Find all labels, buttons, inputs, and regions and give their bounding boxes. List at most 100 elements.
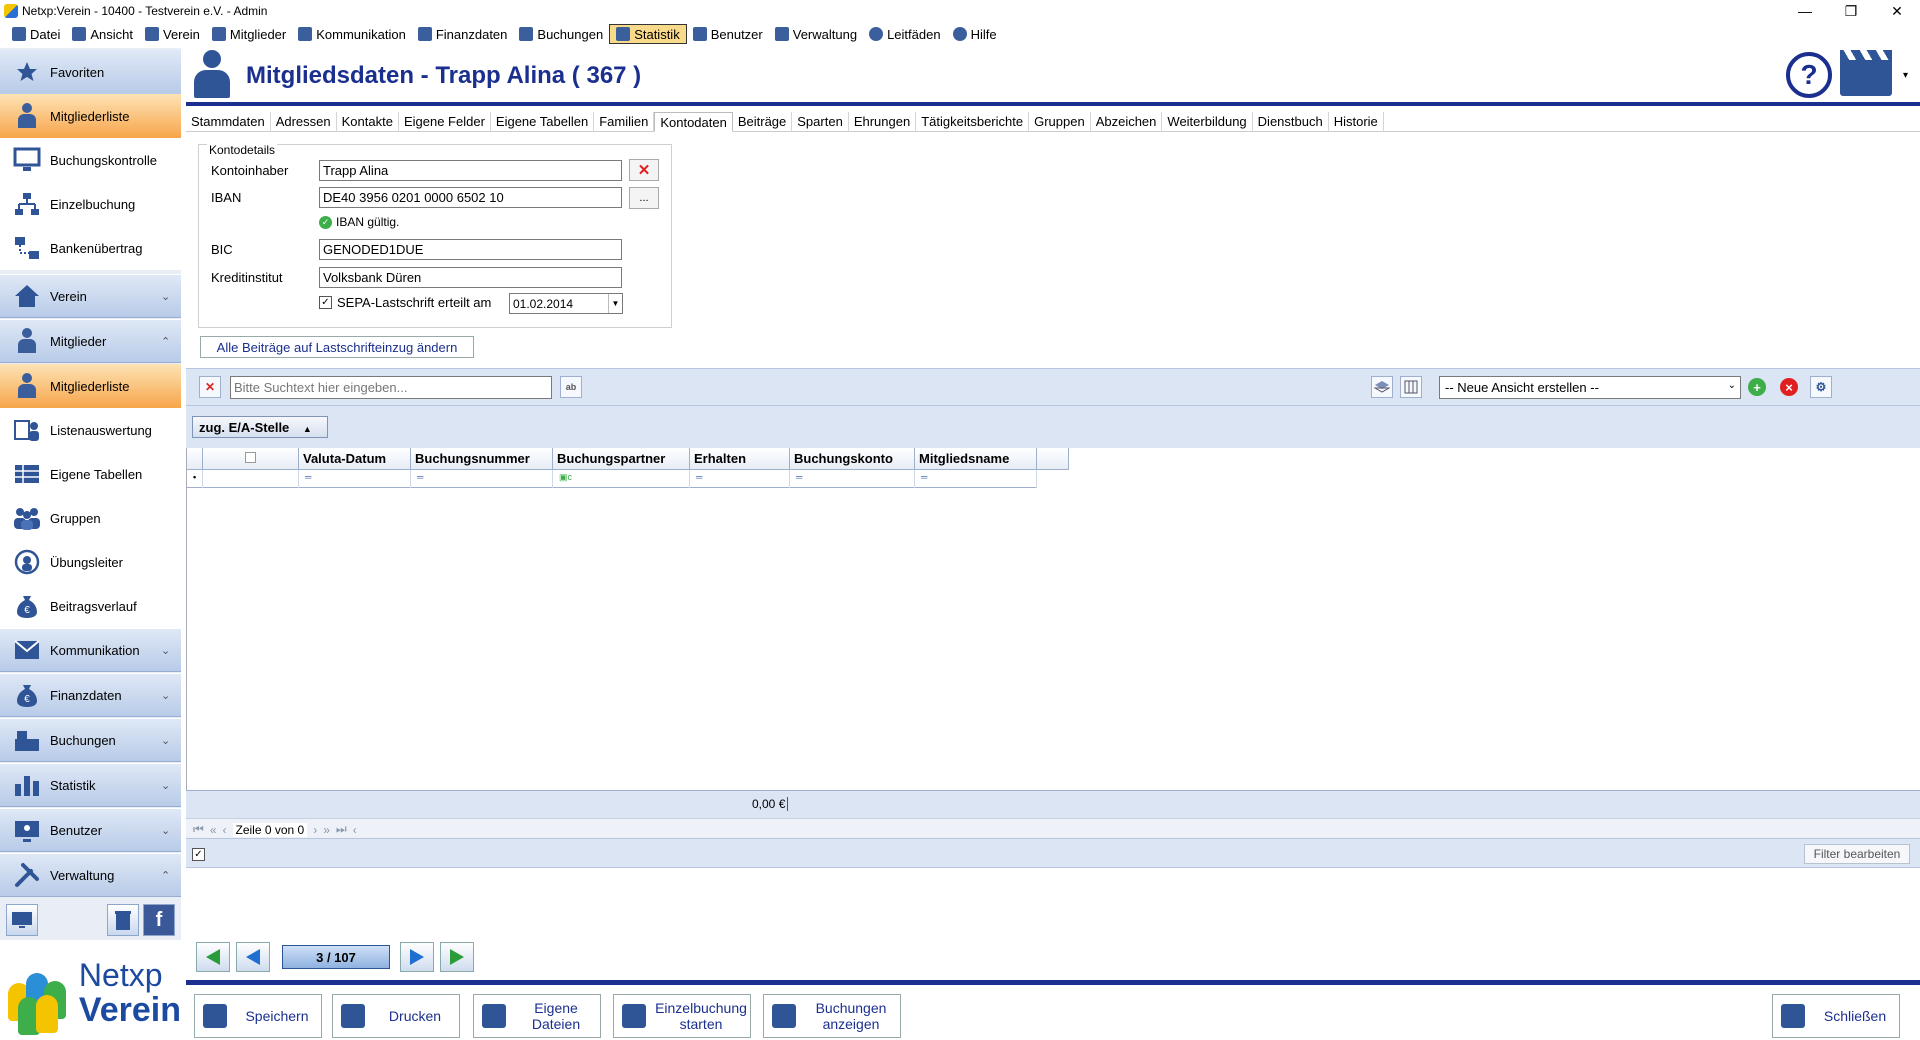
tab-beitraege[interactable]: Beiträge	[733, 112, 793, 132]
next-record-button[interactable]	[400, 942, 434, 972]
menu-datei[interactable]: Datei	[6, 24, 66, 44]
menu-hilfe[interactable]: Hilfe	[947, 24, 1003, 44]
tab-adressen[interactable]: Adressen	[271, 112, 337, 132]
filter-cell[interactable]: ═	[411, 470, 553, 488]
tab-gruppen[interactable]: Gruppen	[1029, 112, 1091, 132]
prev-record-button[interactable]	[236, 942, 270, 972]
drucken-button[interactable]: Drucken	[332, 994, 460, 1038]
video-tutorial-icon[interactable]	[1840, 50, 1892, 96]
clear-konto-button[interactable]: ✕	[629, 159, 659, 181]
sidebar-group-kommunikation[interactable]: Kommunikation ⌄	[0, 628, 181, 672]
menu-leitfaeden[interactable]: Leitfäden	[863, 24, 947, 44]
clear-search-button[interactable]: ✕	[199, 376, 221, 398]
bic-field[interactable]: GENODED1DUE	[319, 239, 622, 260]
layers-icon[interactable]	[1371, 376, 1393, 398]
sidebar-item-eigene-tabellen[interactable]: Eigene Tabellen	[0, 452, 181, 496]
iban-lookup-button[interactable]: ...	[629, 187, 659, 209]
sidebar-item-beitragsverlauf[interactable]: € Beitragsverlauf	[0, 584, 181, 628]
sepa-checkbox[interactable]: ✓	[319, 296, 332, 309]
monitor-icon[interactable]	[6, 904, 38, 936]
scroll-left-icon[interactable]: ‹	[353, 823, 357, 837]
schliessen-button[interactable]: Schließen	[1772, 994, 1900, 1038]
dropdown-arrow-icon[interactable]: ▾	[1903, 70, 1908, 81]
alle-beitraege-lastschrift-button[interactable]: Alle Beiträge auf Lastschrifteinzug ände…	[200, 336, 474, 358]
filter-cell[interactable]	[203, 470, 299, 488]
sidebar-fav-einzelbuchung[interactable]: Einzelbuchung	[0, 182, 181, 226]
sidebar-group-buchungen[interactable]: Buchungen ⌄	[0, 718, 181, 762]
col-buchungskonto[interactable]: Buchungskonto	[790, 448, 915, 470]
tab-abzeichen[interactable]: Abzeichen	[1091, 112, 1163, 132]
menu-mitglieder[interactable]: Mitglieder	[206, 24, 292, 44]
last-record-icon[interactable]: ⏭	[336, 822, 347, 837]
filter-cell[interactable]: ▣c	[553, 470, 690, 488]
next-page-icon[interactable]: »	[323, 823, 330, 837]
sidebar-item-uebungsleiter[interactable]: Übungsleiter	[0, 540, 181, 584]
tab-kontakte[interactable]: Kontakte	[337, 112, 399, 132]
sidebar-item-mitgliederliste[interactable]: Mitgliederliste	[0, 364, 181, 408]
sidebar-favoriten[interactable]: Favoriten	[0, 50, 181, 94]
add-view-icon[interactable]: +	[1748, 378, 1766, 396]
prev-record-icon[interactable]: ‹	[223, 823, 227, 837]
filter-cell[interactable]: ═	[299, 470, 411, 488]
tab-weiterbildung[interactable]: Weiterbildung	[1162, 112, 1253, 132]
col-valuta-datum[interactable]: Valuta-Datum	[299, 448, 411, 470]
dropdown-arrow-icon[interactable]: ▼	[608, 294, 622, 313]
col-buchungsnummer[interactable]: Buchungsnummer	[411, 448, 553, 470]
einzelbuchung-starten-button[interactable]: Einzelbuchung starten	[613, 994, 751, 1038]
tab-ehrungen[interactable]: Ehrungen	[849, 112, 917, 132]
minimize-button[interactable]: —	[1782, 0, 1828, 22]
kreditinstitut-field[interactable]: Volksbank Düren	[319, 267, 622, 288]
maximize-button[interactable]: ❐	[1828, 0, 1874, 22]
tab-stammdaten[interactable]: Stammdaten	[186, 112, 271, 132]
tab-taetigkeitsberichte[interactable]: Tätigkeitsberichte	[916, 112, 1030, 132]
sidebar-fav-buchungskontrolle[interactable]: Buchungskontrolle	[0, 138, 181, 182]
tab-historie[interactable]: Historie	[1329, 112, 1384, 132]
sidebar-item-listenauswertung[interactable]: Listenauswertung	[0, 408, 181, 452]
sepa-date-picker[interactable]: 01.02.2014 ▼	[509, 293, 623, 314]
sidebar-group-mitglieder[interactable]: Mitglieder ⌃	[0, 319, 181, 363]
facebook-icon[interactable]: f	[143, 904, 175, 936]
filter-bearbeiten-button[interactable]: Filter bearbeiten	[1804, 844, 1910, 864]
col-mitgliedsname[interactable]: Mitgliedsname	[915, 448, 1037, 470]
sidebar-group-benutzer[interactable]: Benutzer ⌄	[0, 808, 181, 852]
kontoinhaber-field[interactable]: Trapp Alina	[319, 160, 622, 181]
sidebar-group-verein[interactable]: Verein ⌄	[0, 274, 181, 318]
menu-verein[interactable]: Verein	[139, 24, 206, 44]
tab-eigene-felder[interactable]: Eigene Felder	[399, 112, 491, 132]
tab-familien[interactable]: Familien	[594, 112, 655, 132]
trash-icon[interactable]	[107, 904, 139, 936]
menu-verwaltung[interactable]: Verwaltung	[769, 24, 863, 44]
menu-buchungen[interactable]: Buchungen	[513, 24, 609, 44]
sidebar-group-finanzdaten[interactable]: € Finanzdaten ⌄	[0, 673, 181, 717]
menu-ansicht[interactable]: Ansicht	[66, 24, 139, 44]
menu-finanzdaten[interactable]: Finanzdaten	[412, 24, 514, 44]
delete-view-icon[interactable]: ×	[1780, 378, 1798, 396]
filter-enabled-checkbox[interactable]: ✓	[192, 848, 205, 861]
menu-benutzer[interactable]: Benutzer	[687, 24, 769, 44]
sidebar-group-verwaltung[interactable]: Verwaltung ⌃	[0, 853, 181, 897]
filter-cell[interactable]: ═	[690, 470, 790, 488]
tab-kontodaten[interactable]: Kontodaten	[654, 112, 733, 132]
spellcheck-icon[interactable]: ab	[560, 376, 582, 398]
tab-sparten[interactable]: Sparten	[792, 112, 849, 132]
close-window-button[interactable]: ✕	[1874, 0, 1920, 22]
prev-page-icon[interactable]: «	[210, 823, 217, 837]
menu-statistik[interactable]: Statistik	[609, 24, 687, 44]
next-record-icon[interactable]: ›	[313, 823, 317, 837]
first-record-button[interactable]	[196, 942, 230, 972]
sidebar-fav-bankenuebertrag[interactable]: Bankenübertrag	[0, 226, 181, 270]
select-all-checkbox[interactable]	[203, 448, 299, 470]
col-erhalten[interactable]: Erhalten	[690, 448, 790, 470]
search-input[interactable]: Bitte Suchtext hier eingeben...	[230, 376, 552, 399]
first-record-icon[interactable]: ⏮	[193, 822, 204, 837]
filter-cell[interactable]: ═	[790, 470, 915, 488]
view-select[interactable]: -- Neue Ansicht erstellen -- ⌄	[1439, 376, 1741, 399]
sidebar-fav-mitgliederliste[interactable]: Mitgliederliste	[0, 94, 181, 138]
group-chip[interactable]: zug. E/A-Stelle ▲	[192, 416, 328, 438]
sidebar-item-gruppen[interactable]: Gruppen	[0, 496, 181, 540]
menu-kommunikation[interactable]: Kommunikation	[292, 24, 412, 44]
filter-cell[interactable]: ═	[915, 470, 1037, 488]
iban-field[interactable]: DE40 3956 0201 0000 6502 10	[319, 187, 622, 208]
columns-icon[interactable]	[1400, 376, 1422, 398]
sidebar-group-statistik[interactable]: Statistik ⌄	[0, 763, 181, 807]
